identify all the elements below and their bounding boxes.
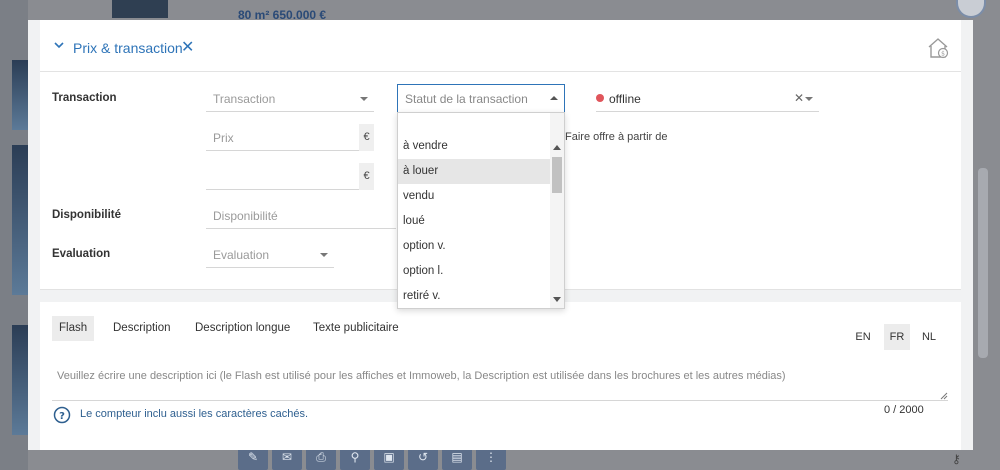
currency-addon: € xyxy=(359,124,374,151)
disponibilite-input[interactable]: Disponibilité xyxy=(206,202,396,229)
tab-texte-publicitaire[interactable]: Texte publicitaire xyxy=(306,316,406,341)
tab-flash[interactable]: Flash xyxy=(52,316,95,341)
caret-down-icon xyxy=(805,97,813,101)
lang-fr[interactable]: FR xyxy=(884,324,910,350)
scroll-down-icon[interactable] xyxy=(553,297,561,302)
transaction-label: Transaction xyxy=(52,92,117,104)
offre-label: Faire offre à partir de xyxy=(565,131,668,143)
offre-price-input[interactable]: € xyxy=(206,163,374,190)
dropdown-option-option-v[interactable]: option v. xyxy=(398,234,551,259)
counter-info-text: Le compteur inclu aussi les caractères c… xyxy=(80,408,309,420)
background-thumbnail xyxy=(12,60,28,130)
dropdown-option-a-vendre[interactable]: à vendre xyxy=(398,134,551,159)
statut-dropdown-list[interactable]: à vendre à louer vendu loué option v. op… xyxy=(397,112,565,309)
caret-up-icon xyxy=(550,96,558,100)
status-value: offline xyxy=(609,92,641,106)
section-header: Prix & transaction ✕ $ xyxy=(40,20,961,72)
disponibilite-placeholder: Disponibilité xyxy=(213,209,278,223)
caret-down-icon xyxy=(360,97,368,101)
svg-text:$: $ xyxy=(941,51,945,58)
description-panel: Flash Description Description longue Tex… xyxy=(40,302,961,450)
tab-description-longue[interactable]: Description longue xyxy=(188,316,297,341)
key-icon: ⚷ xyxy=(952,452,961,466)
description-textarea[interactable]: Veuillez écrire une description ici (le … xyxy=(52,362,948,401)
page-scrollbar[interactable] xyxy=(978,168,988,358)
transaction-placeholder: Transaction xyxy=(213,92,276,106)
caret-down-icon xyxy=(320,253,328,257)
background-thumbnail xyxy=(12,145,28,295)
dropdown-scrollbar[interactable] xyxy=(550,113,564,308)
background-image xyxy=(112,0,168,18)
svg-text:?: ? xyxy=(59,411,65,422)
dropdown-option-vendu[interactable]: vendu xyxy=(398,184,551,209)
statut-select[interactable]: Statut de la transaction xyxy=(397,84,565,113)
disponibilite-label: Disponibilité xyxy=(52,209,121,221)
scrollbar-thumb[interactable] xyxy=(552,157,562,193)
resize-handle-icon[interactable] xyxy=(940,392,948,400)
transaction-select[interactable]: Transaction xyxy=(206,85,374,112)
evaluation-select[interactable]: Evaluation xyxy=(206,241,334,268)
character-counter: 0 / 2000 xyxy=(884,404,924,416)
evaluation-placeholder: Evaluation xyxy=(213,248,270,262)
prix-placeholder: Prix xyxy=(213,131,234,145)
prix-input[interactable]: Prix € xyxy=(206,124,374,151)
chevron-down-icon[interactable] xyxy=(52,38,66,52)
dropdown-option-a-louer[interactable]: à louer xyxy=(398,159,551,184)
property-modal: Prix & transaction ✕ $ Transaction Trans… xyxy=(28,20,973,450)
description-placeholder: Veuillez écrire une description ici (le … xyxy=(57,370,786,382)
status-select[interactable]: offline ✕ xyxy=(596,85,819,112)
section-title[interactable]: Prix & transaction xyxy=(73,40,183,56)
evaluation-label: Evaluation xyxy=(52,248,111,260)
close-icon[interactable]: ✕ xyxy=(181,40,194,56)
dropdown-option-loue[interactable]: loué xyxy=(398,209,551,234)
tab-description[interactable]: Description xyxy=(106,316,178,341)
clear-icon[interactable]: ✕ xyxy=(794,91,804,105)
scroll-up-icon[interactable] xyxy=(553,145,561,150)
prix-transaction-panel: Prix & transaction ✕ $ Transaction Trans… xyxy=(40,20,961,309)
dropdown-option-option-l[interactable]: option l. xyxy=(398,259,551,284)
dropdown-option-retire-v[interactable]: retiré v. xyxy=(398,284,551,309)
offline-dot-icon xyxy=(596,94,604,102)
house-price-icon: $ xyxy=(928,38,949,59)
lang-nl[interactable]: NL xyxy=(916,324,942,350)
background-thumbnail xyxy=(12,325,28,435)
help-icon: ? xyxy=(53,406,71,424)
lang-en[interactable]: EN xyxy=(850,324,876,350)
statut-placeholder: Statut de la transaction xyxy=(405,92,528,106)
currency-addon: € xyxy=(359,163,374,190)
